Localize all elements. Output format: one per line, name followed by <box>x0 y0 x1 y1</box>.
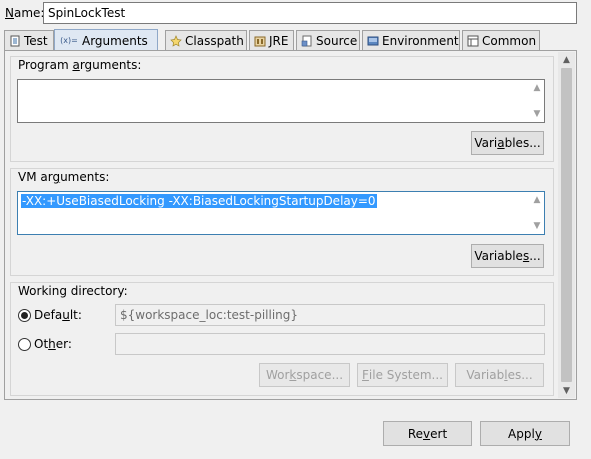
name-label: Name: <box>5 6 45 20</box>
default-label: Default: <box>34 308 82 322</box>
workspace-button[interactable]: Wor k space... <box>259 363 350 387</box>
tab-source[interactable]: Source <box>296 30 360 51</box>
vm-arguments-scrollbar[interactable]: ▲ ▼ <box>530 192 544 234</box>
vm-variables-button[interactable]: Variable s... <box>471 244 544 268</box>
arguments-icon: (x)= <box>60 35 78 45</box>
classpath-icon <box>170 35 182 47</box>
common-icon <box>467 35 479 47</box>
scroll-up-icon[interactable]: ▲ <box>534 83 541 93</box>
file-system-button[interactable]: File System... <box>357 363 448 387</box>
scrollbar-thumb[interactable] <box>561 68 572 382</box>
environment-icon <box>367 35 379 47</box>
tab-environment-label: Environment <box>382 34 459 48</box>
tab-test-label: Test <box>24 34 48 48</box>
scroll-down-icon[interactable]: ▼ <box>534 221 541 231</box>
other-label: Other: <box>34 337 72 351</box>
tab-jre[interactable]: JRE <box>249 30 294 51</box>
program-arguments-scrollbar[interactable]: ▲ ▼ <box>530 80 544 122</box>
working-directory-title: Working directory: <box>18 284 128 298</box>
jre-icon <box>254 35 266 47</box>
tab-classpath-label: Classpath <box>185 34 244 48</box>
scroll-up-icon[interactable]: ▲ <box>534 195 541 205</box>
scroll-down-icon[interactable]: ▼ <box>534 109 541 119</box>
working-variables-button[interactable]: Variab l es... <box>455 363 544 387</box>
default-directory-field: ${workspace_loc:test-pilling} <box>115 304 545 326</box>
tab-test[interactable]: Test <box>4 30 54 51</box>
vm-arguments-title: VM arguments: <box>18 170 110 184</box>
radio-selected-dot <box>21 312 28 319</box>
program-arguments-title: Program arguments: <box>18 58 142 72</box>
test-icon <box>9 35 21 47</box>
name-field[interactable]: SpinLockTest <box>43 2 577 24</box>
default-radio[interactable] <box>18 309 31 322</box>
vm-arguments-value: -XX:+UseBiasedLocking -XX:BiasedLockingS… <box>21 194 377 208</box>
revert-button[interactable]: Re v ert <box>383 421 472 446</box>
tab-common[interactable]: Common <box>462 30 540 51</box>
apply-button[interactable]: Appl y <box>480 421 570 446</box>
tab-environment[interactable]: Environment <box>362 30 460 51</box>
tab-classpath[interactable]: Classpath <box>165 30 247 51</box>
tab-common-label: Common <box>482 34 537 48</box>
scroll-down-icon[interactable]: ▼ <box>558 386 575 396</box>
other-directory-field[interactable] <box>115 333 545 355</box>
tab-strip: Test (x)= Arguments Classpath JRE Source… <box>4 29 550 51</box>
tab-arguments[interactable]: (x)= Arguments <box>54 29 158 51</box>
tab-arguments-label: Arguments <box>82 33 148 48</box>
scroll-up-icon[interactable]: ▲ <box>558 55 575 65</box>
other-radio[interactable] <box>18 338 31 351</box>
program-arguments-textarea[interactable]: ▲ ▼ <box>17 79 545 123</box>
tab-source-label: Source <box>316 34 358 48</box>
source-icon <box>301 35 313 47</box>
program-variables-button[interactable]: Vari a bles... <box>471 131 544 155</box>
tab-jre-label: JRE <box>269 34 289 48</box>
vm-arguments-textarea[interactable]: -XX:+UseBiasedLocking -XX:BiasedLockingS… <box>17 191 545 235</box>
